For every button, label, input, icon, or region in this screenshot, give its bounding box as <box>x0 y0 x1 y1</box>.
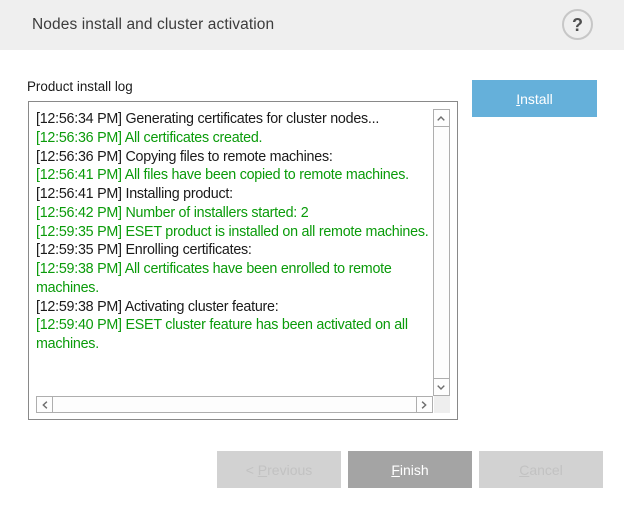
question-mark-icon: ? <box>572 15 583 34</box>
install-button[interactable]: Install <box>472 80 597 117</box>
log-entry: [12:59:38 PM] Activating cluster feature… <box>36 298 432 317</box>
chevron-down-icon <box>437 385 445 390</box>
vertical-scrollbar[interactable] <box>433 109 450 396</box>
log-section-label: Product install log <box>27 79 133 94</box>
horizontal-scrollbar[interactable] <box>36 396 433 413</box>
cancel-button[interactable]: Cancel <box>479 451 603 488</box>
log-entry: [12:59:38 PM] All certificates have been… <box>36 260 432 298</box>
log-entry: [12:56:36 PM] Copying files to remote ma… <box>36 148 432 167</box>
log-entry: [12:56:41 PM] All files have been copied… <box>36 166 432 185</box>
scroll-down-button[interactable] <box>434 378 449 395</box>
log-entry: [12:56:36 PM] All certificates created. <box>36 129 432 148</box>
scroll-left-button[interactable] <box>37 397 53 412</box>
chevron-up-icon <box>437 116 445 121</box>
log-entry: [12:56:41 PM] Installing product: <box>36 185 432 204</box>
previous-button[interactable]: < Previous <box>217 451 341 488</box>
button-label: Cancel <box>519 462 563 478</box>
button-label: < Previous <box>246 462 313 478</box>
log-entry: [12:59:40 PM] ESET cluster feature has b… <box>36 316 432 354</box>
help-button[interactable]: ? <box>562 9 593 40</box>
log-entry: [12:59:35 PM] Enrolling certificates: <box>36 241 432 260</box>
chevron-right-icon <box>421 401 427 409</box>
dialog-title: Nodes install and cluster activation <box>32 16 274 34</box>
log-entries: [12:56:34 PM] Generating certificates fo… <box>36 110 432 354</box>
scroll-right-button[interactable] <box>416 397 432 412</box>
chevron-left-icon <box>42 401 48 409</box>
log-entry: [12:59:35 PM] ESET product is installed … <box>36 223 432 242</box>
product-install-log: [12:56:34 PM] Generating certificates fo… <box>28 101 458 420</box>
scroll-up-button[interactable] <box>434 110 449 127</box>
scrollbar-corner <box>434 396 450 413</box>
finish-button[interactable]: Finish <box>348 451 472 488</box>
button-label: Finish <box>391 462 428 478</box>
button-label: Install <box>516 91 553 107</box>
log-entry: [12:56:42 PM] Number of installers start… <box>36 204 432 223</box>
log-entry: [12:56:34 PM] Generating certificates fo… <box>36 110 432 129</box>
dialog-header: Nodes install and cluster activation ? <box>0 0 624 50</box>
